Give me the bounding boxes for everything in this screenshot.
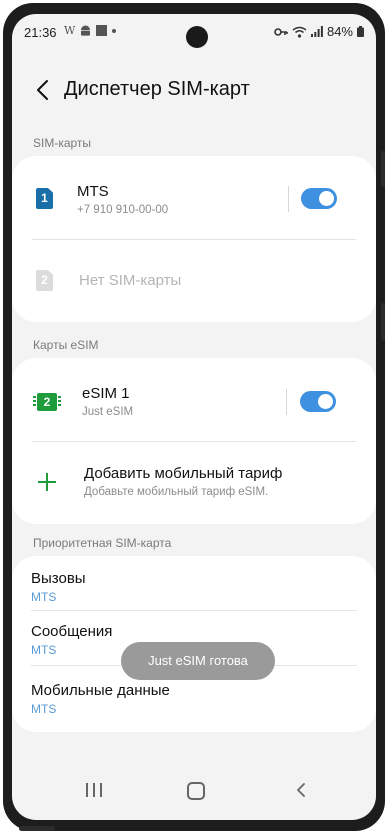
sim1-badge-icon: 1	[36, 188, 53, 209]
status-bar: 21:36 W 84%	[12, 14, 376, 52]
signal-icon	[310, 26, 323, 37]
power-button	[381, 303, 385, 341]
toast-message: Just eSIM готова	[121, 642, 275, 680]
battery-icon	[357, 26, 364, 37]
calls-row[interactable]: Вызовы MTS	[12, 556, 376, 610]
divider-vertical	[286, 389, 287, 415]
navigation-bar	[12, 770, 376, 810]
calls-value: MTS	[31, 590, 57, 604]
toggle-knob	[318, 394, 333, 409]
page-title: Диспетчер SIM-карт	[64, 78, 250, 100]
app-header: Диспетчер SIM-карт	[12, 74, 376, 106]
messages-value: MTS	[31, 643, 57, 657]
sim1-row[interactable]: 1 MTS +7 910 910-00-00	[12, 156, 376, 240]
esim1-carrier: Just eSIM	[82, 406, 134, 418]
section-label-esim: Карты eSIM	[33, 338, 99, 352]
add-plan-row[interactable]: Добавить мобильный тариф Добавьте мобиль…	[12, 442, 376, 524]
s-pen-slot	[19, 826, 55, 831]
esim1-row[interactable]: 2 eSIM 1 Just eSIM	[12, 358, 376, 442]
status-right: 84%	[274, 24, 364, 39]
phone-frame: 21:36 W 84% Диспетчер SIM-карт SIM-карты	[3, 3, 385, 831]
back-arrow-icon[interactable]	[32, 78, 54, 102]
sim1-toggle[interactable]	[301, 188, 337, 209]
dot-icon	[112, 28, 117, 33]
messages-title: Сообщения	[31, 623, 113, 640]
battery-percent: 84%	[326, 24, 353, 39]
android-icon	[81, 25, 91, 36]
sim2-row: 2 Нет SIM-карты	[12, 240, 376, 322]
mobile-data-title: Мобильные данные	[31, 682, 170, 699]
sim1-number: +7 910 910-00-00	[77, 204, 169, 216]
esim-chip-icon: 2	[33, 393, 61, 411]
screen: 21:36 W 84% Диспетчер SIM-карт SIM-карты	[12, 14, 376, 820]
notification-icons: W	[64, 24, 117, 37]
sim-cards-card: 1 MTS +7 910 910-00-00 2 Нет SIM-карты	[12, 156, 376, 322]
sim2-label: Нет SIM-карты	[79, 272, 182, 289]
volume-button	[381, 151, 385, 187]
square-icon	[96, 25, 108, 36]
esim1-name: eSIM 1	[82, 385, 130, 402]
plus-icon	[37, 472, 57, 492]
sim2-badge-icon: 2	[36, 270, 53, 291]
home-icon[interactable]	[187, 782, 205, 800]
section-label-sim: SIM-карты	[33, 136, 92, 150]
key-icon	[274, 27, 288, 36]
esim-card: 2 eSIM 1 Just eSIM Добавить мобильный та…	[12, 358, 376, 524]
sim1-name: MTS	[77, 183, 109, 200]
toggle-knob	[319, 191, 334, 206]
wifi-icon	[292, 26, 307, 38]
add-plan-subtitle: Добавьте мобильный тариф eSIM.	[84, 486, 269, 498]
esim1-toggle[interactable]	[300, 391, 336, 412]
front-camera	[186, 26, 208, 48]
w-icon: W	[64, 24, 76, 37]
add-plan-title: Добавить мобильный тариф	[84, 465, 283, 482]
status-time: 21:36	[24, 25, 57, 40]
mobile-data-value: MTS	[31, 702, 57, 716]
divider-vertical	[288, 186, 289, 212]
section-label-priority: Приоритетная SIM-карта	[33, 536, 172, 550]
nav-back-icon[interactable]	[295, 783, 307, 797]
recent-apps-icon[interactable]	[86, 783, 102, 797]
calls-title: Вызовы	[31, 570, 86, 587]
